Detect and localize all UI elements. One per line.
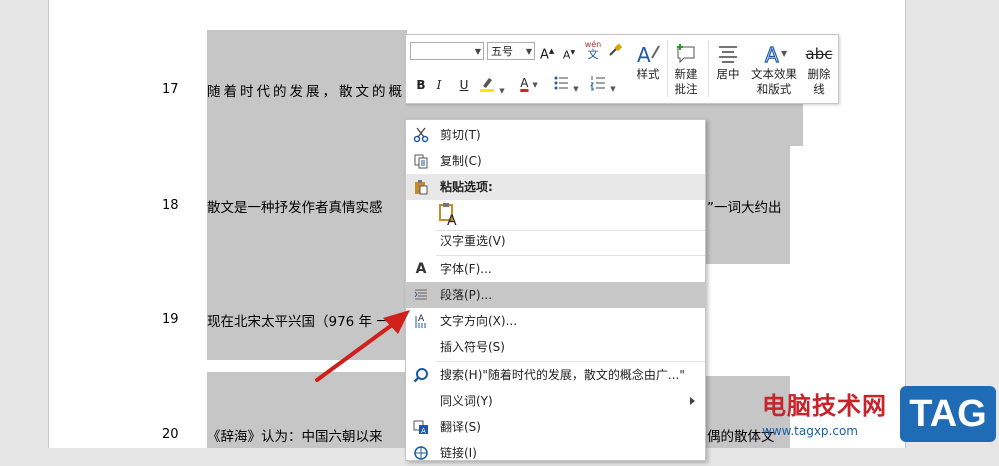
annotation-arrow bbox=[315, 310, 410, 382]
watermark-tag-logo: TAG bbox=[900, 386, 996, 442]
watermark-url: www.tagxp.com bbox=[762, 424, 858, 438]
watermark-site-name: 电脑技术网 bbox=[762, 392, 887, 420]
